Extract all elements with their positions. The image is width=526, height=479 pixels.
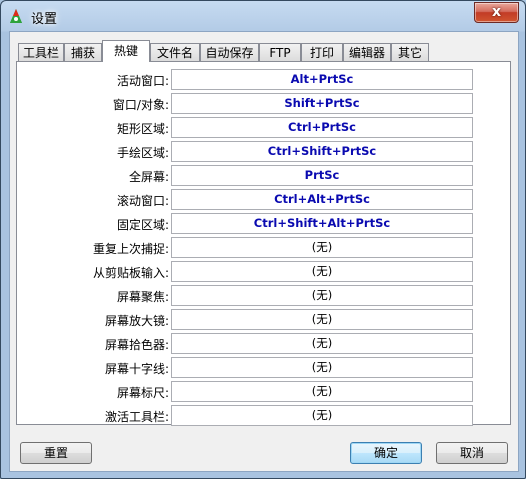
hotkey-label: 窗口/对象: <box>112 98 169 112</box>
hotkey-field-crosshair[interactable]: (无) <box>171 357 473 378</box>
tab-ftp[interactable]: FTP <box>259 43 301 61</box>
ok-button[interactable]: 确定 <box>350 442 422 464</box>
tab-print[interactable]: 打印 <box>301 43 343 61</box>
hotkey-field-repeat-last[interactable]: (无) <box>171 237 473 258</box>
window-title: 设置 <box>31 12 58 27</box>
hotkey-row: 全屏幕: PrtSc <box>17 164 510 186</box>
hotkey-label: 屏幕放大镜: <box>104 314 169 328</box>
hotkey-row: 手绘区域: Ctrl+Shift+PrtSc <box>17 140 510 162</box>
hotkey-field-screen-spotlight[interactable]: (无) <box>171 285 473 306</box>
reset-button[interactable]: 重置 <box>20 442 92 464</box>
hotkey-field-active-window[interactable]: Alt+PrtSc <box>171 69 473 90</box>
hotkey-row: 窗口/对象: Shift+PrtSc <box>17 92 510 114</box>
hotkey-label: 重复上次捕捉: <box>92 242 169 256</box>
hotkey-label: 屏幕十字线: <box>104 362 169 376</box>
hotkey-row: 屏幕聚焦: (无) <box>17 284 510 306</box>
hotkey-field-color-picker[interactable]: (无) <box>171 333 473 354</box>
hotkey-field-scrolling-window[interactable]: Ctrl+Alt+PrtSc <box>171 189 473 210</box>
hotkey-label: 屏幕标尺: <box>116 386 169 400</box>
hotkey-row: 激活工具栏: (无) <box>17 404 510 426</box>
cancel-button[interactable]: 取消 <box>436 442 508 464</box>
hotkey-label: 活动窗口: <box>116 74 169 88</box>
tab-hotkeys[interactable]: 热键 <box>102 40 150 62</box>
hotkey-row: 重复上次捕捉: (无) <box>17 236 510 258</box>
tab-filename[interactable]: 文件名 <box>150 43 200 61</box>
hotkey-row: 屏幕拾色器: (无) <box>17 332 510 354</box>
title-bar[interactable]: 设置 x <box>1 1 525 31</box>
hotkey-row: 从剪贴板输入: (无) <box>17 260 510 282</box>
hotkey-row: 屏幕标尺: (无) <box>17 380 510 402</box>
hotkey-row: 矩形区域: Ctrl+PrtSc <box>17 116 510 138</box>
tab-capture[interactable]: 捕获 <box>64 43 102 61</box>
app-logo-icon <box>10 9 22 23</box>
hotkey-row: 固定区域: Ctrl+Shift+Alt+PrtSc <box>17 212 510 234</box>
hotkey-label: 激活工具栏: <box>104 410 169 424</box>
close-button[interactable]: x <box>474 2 519 23</box>
hotkey-label: 屏幕拾色器: <box>104 338 169 352</box>
hotkeys-panel: 活动窗口: Alt+PrtSc 窗口/对象: Shift+PrtSc 矩形区域:… <box>16 61 511 426</box>
hotkey-label: 从剪贴板输入: <box>92 266 169 280</box>
hotkey-field-magnifier[interactable]: (无) <box>171 309 473 330</box>
hotkey-label: 屏幕聚焦: <box>116 290 169 304</box>
tab-editor[interactable]: 编辑器 <box>343 43 391 61</box>
hotkey-row: 滚动窗口: Ctrl+Alt+PrtSc <box>17 188 510 210</box>
hotkey-field-fixed-region[interactable]: Ctrl+Shift+Alt+PrtSc <box>171 213 473 234</box>
hotkey-field-rectangle[interactable]: Ctrl+PrtSc <box>171 117 473 138</box>
close-icon: x <box>491 4 502 20</box>
dialog-client-area: 工具栏 捕获 热键 文件名 自动保存 FTP 打印 编辑器 其它 活动窗口: A… <box>9 31 519 472</box>
hotkey-label: 全屏幕: <box>128 170 169 184</box>
hotkey-field-from-clipboard[interactable]: (无) <box>171 261 473 282</box>
tab-toolbar[interactable]: 工具栏 <box>18 43 64 61</box>
tab-autosave[interactable]: 自动保存 <box>200 43 259 61</box>
hotkey-label: 矩形区域: <box>116 122 169 136</box>
hotkey-field-fullscreen[interactable]: PrtSc <box>171 165 473 186</box>
hotkey-label: 固定区域: <box>116 218 169 232</box>
hotkey-field-ruler[interactable]: (无) <box>171 381 473 402</box>
hotkey-field-activate-toolbar[interactable]: (无) <box>171 405 473 426</box>
tab-strip: 工具栏 捕获 热键 文件名 自动保存 FTP 打印 编辑器 其它 <box>18 40 498 62</box>
hotkey-label: 手绘区域: <box>116 146 169 160</box>
hotkey-row: 屏幕放大镜: (无) <box>17 308 510 330</box>
hotkey-field-window-object[interactable]: Shift+PrtSc <box>171 93 473 114</box>
hotkey-row: 屏幕十字线: (无) <box>17 356 510 378</box>
settings-window: 设置 x 工具栏 捕获 热键 文件名 自动保存 FTP 打印 编辑器 其它 活动… <box>0 0 526 479</box>
hotkey-field-freehand[interactable]: Ctrl+Shift+PrtSc <box>171 141 473 162</box>
hotkey-row: 活动窗口: Alt+PrtSc <box>17 68 510 90</box>
tab-other[interactable]: 其它 <box>391 43 429 61</box>
hotkey-label: 滚动窗口: <box>116 194 169 208</box>
